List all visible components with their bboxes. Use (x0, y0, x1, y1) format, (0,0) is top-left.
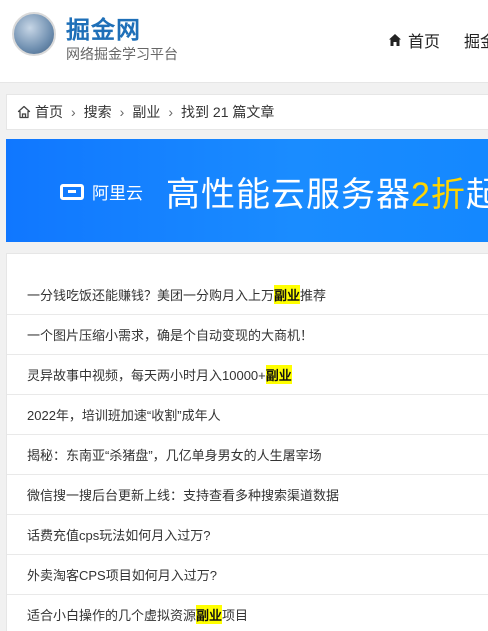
aliyun-ad-banner[interactable]: 阿里云 高性能云服务器2折起 (6, 139, 488, 242)
home-icon (389, 34, 401, 46)
site-subtitle: 网络掘金学习平台 (66, 46, 178, 62)
nav-item-label: 掘金 (464, 34, 488, 51)
breadcrumb-home-link[interactable]: 首页 (17, 102, 63, 122)
article-item[interactable]: 微信搜一搜后台更新上线：支持查看多种搜索渠道数据 (7, 475, 488, 515)
home-outline-icon (17, 105, 31, 119)
banner-headline-prefix: 高性能云服务器 (166, 176, 411, 214)
nav-item-label: 首页 (408, 34, 441, 51)
article-title-text: 2022年，培训班加速“收割”成年人 (27, 408, 221, 423)
article-title-text: 一个图片压缩小需求，确是个自动变现的大商机！ (27, 328, 314, 343)
article-title-text: 推荐 (300, 288, 327, 303)
nav-item-juejin[interactable]: 掘金 (464, 28, 488, 52)
article-list: 一分钱吃饭还能赚钱？美团一分购月入上万 副业 推荐 一个图片压缩小需求，确是个自动变… (6, 253, 488, 631)
main-nav: 首页 掘金 (388, 28, 488, 52)
article-title-text: 外卖淘客CPS项目如何月入过万? (27, 568, 217, 583)
article-title-text: 微信搜一搜后台更新上线：支持查看多种搜索渠道数据 (27, 488, 340, 503)
article-item[interactable]: 适合小白操作的几个虚拟资源 副业 项目 (7, 595, 488, 631)
search-highlight: 副业 (265, 365, 292, 384)
nav-item-home[interactable]: 首页 (388, 28, 440, 52)
banner-headline-accent: 2折 (411, 176, 466, 214)
aliyun-brand-name: 阿里云 (92, 184, 143, 203)
article-item[interactable]: 话费充值cps玩法如何月入过万? (7, 515, 488, 555)
handshake-logo-icon[interactable] (12, 12, 56, 56)
article-item[interactable]: 外卖淘客CPS项目如何月入过万? (7, 555, 488, 595)
breadcrumb-separator: › (168, 104, 174, 120)
site-title[interactable]: 掘金网 (66, 10, 141, 45)
article-item[interactable]: 2022年，培训班加速“收割”成年人 (7, 395, 488, 435)
breadcrumb-separator: › (119, 104, 125, 120)
article-title-text: 灵异故事中视频，每天两小时月入10000+ (27, 368, 266, 383)
article-title-text: 项目 (222, 608, 249, 623)
article-item[interactable]: 一分钱吃饭还能赚钱？美团一分购月入上万 副业 推荐 (7, 275, 488, 315)
banner-headline: 高性能云服务器2折起 (166, 167, 488, 216)
banner-headline-suffix: 起 (465, 176, 488, 214)
article-title-text: 话费充值cps玩法如何月入过万? (27, 528, 211, 543)
search-highlight: 副业 (196, 605, 223, 624)
article-item[interactable]: 一个图片压缩小需求，确是个自动变现的大商机！ (7, 315, 488, 355)
search-highlight: 副业 (274, 285, 301, 304)
article-item[interactable]: 灵异故事中视频，每天两小时月入10000+ 副业 (7, 355, 488, 395)
article-title-text: 适合小白操作的几个虚拟资源 (27, 608, 197, 623)
aliyun-logo-icon (60, 183, 84, 200)
breadcrumb-home-label: 首页 (35, 104, 63, 120)
aliyun-logo: 阿里云 (60, 179, 143, 204)
breadcrumb-separator: › (71, 104, 76, 120)
search-result-count: 找到 21 篇文章 (181, 104, 275, 120)
article-title-text: 揭秘：东南亚“杀猪盘”，几亿单身男女的人生屠宰场 (27, 448, 322, 463)
breadcrumb-search-link[interactable]: 搜索 (84, 102, 112, 122)
breadcrumb-keyword-link[interactable]: 副业 (132, 102, 160, 122)
site-header: 掘金网 网络掘金学习平台 首页 掘金 (0, 0, 488, 83)
article-item[interactable]: 揭秘：东南亚“杀猪盘”，几亿单身男女的人生屠宰场 (7, 435, 488, 475)
breadcrumb: 首页 › 搜索 › 副业 › 找到 21 篇文章 (6, 94, 488, 130)
article-title-text: 一分钱吃饭还能赚钱？美团一分购月入上万 (27, 288, 275, 303)
